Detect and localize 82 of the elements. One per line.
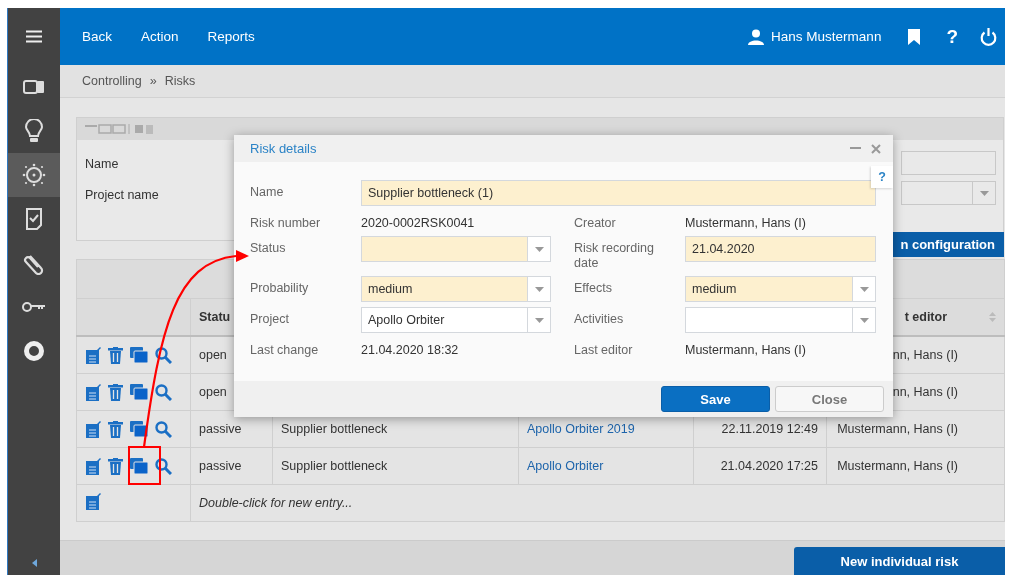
text-field[interactable] <box>901 151 996 175</box>
bookmark-icon[interactable] <box>908 28 921 45</box>
lightbulb-icon[interactable] <box>25 119 43 143</box>
trash-icon[interactable] <box>108 420 123 438</box>
user-name[interactable]: Hans Mustermann <box>771 29 882 44</box>
breadcrumb-separator: » <box>149 74 157 88</box>
trash-icon[interactable] <box>108 346 123 364</box>
field-value: Mustermann, Hans (I) <box>685 342 807 358</box>
field-value: 2020-0002RSK0041 <box>361 215 476 231</box>
caret-icon <box>859 317 869 323</box>
help-button[interactable]: ? <box>946 25 958 48</box>
field-label: Creator <box>574 215 617 231</box>
cards-icon[interactable] <box>23 79 45 95</box>
table-cell: 21.04.2020 17:25 <box>693 447 827 485</box>
text-field[interactable]: 21.04.2020 <box>685 236 876 262</box>
menu-item[interactable]: Reports <box>207 29 255 44</box>
table-cell: Supplier bottleneck <box>272 447 519 485</box>
field-value: Mustermann, Hans (I) <box>685 215 807 231</box>
dropdown-field[interactable]: medium <box>361 276 551 302</box>
search-icon[interactable] <box>155 346 172 364</box>
field-value: 21.04.2020 18:32 <box>361 342 460 358</box>
trash-icon[interactable] <box>108 457 123 475</box>
notepad-icon[interactable] <box>85 346 101 364</box>
caret-icon <box>534 286 544 292</box>
help-button[interactable]: ? <box>871 166 893 188</box>
caret-icon <box>534 246 544 252</box>
copy-icon[interactable] <box>130 458 148 474</box>
configuration-button[interactable]: n configuration <box>891 232 1004 257</box>
collapse-icon[interactable] <box>31 559 37 567</box>
minimize-icon[interactable] <box>850 147 861 150</box>
dropdown-field[interactable] <box>361 236 551 262</box>
dropdown-field[interactable]: medium <box>685 276 876 302</box>
field-label: Probability <box>250 280 310 296</box>
dialog-title: Risk details <box>250 141 317 156</box>
caret-icon <box>859 286 869 292</box>
field-label: Risk recording date <box>574 240 655 271</box>
sun-icon[interactable] <box>22 163 46 187</box>
field-label: Effects <box>574 280 613 296</box>
table-cell: Mustermann, Hans (I) <box>826 447 1005 485</box>
caret-icon <box>534 317 544 323</box>
notepad-icon[interactable] <box>85 457 101 475</box>
field-label: Name <box>250 184 285 200</box>
notepad-icon[interactable] <box>85 420 101 438</box>
copy-icon[interactable] <box>130 421 148 437</box>
search-icon[interactable] <box>155 383 172 401</box>
table-cell: passive <box>190 447 273 485</box>
dropdown-field[interactable] <box>901 181 996 205</box>
close-icon[interactable] <box>871 143 881 154</box>
menu-item[interactable]: Back <box>82 29 112 44</box>
close-button[interactable]: Close <box>775 386 884 412</box>
sidebar-item[interactable] <box>8 153 60 197</box>
new-risk-button[interactable]: New individual risk <box>794 547 1005 575</box>
save-button[interactable]: Save <box>661 386 770 412</box>
notepad-icon[interactable] <box>85 493 101 510</box>
user-icon[interactable] <box>748 28 765 45</box>
filter-label: Name <box>85 157 120 171</box>
menu-icon[interactable] <box>26 30 42 43</box>
project-link[interactable]: Apollo Orbiter <box>527 459 604 473</box>
power-icon[interactable] <box>980 27 997 46</box>
trash-icon[interactable] <box>108 383 123 401</box>
copy-icon[interactable] <box>130 347 148 363</box>
dropdown-field[interactable] <box>685 307 876 333</box>
text-field[interactable]: Supplier bottleneck (1) <box>361 180 876 206</box>
key-icon[interactable] <box>22 301 46 313</box>
lifebuoy-icon[interactable] <box>23 340 45 362</box>
checked-document-icon[interactable] <box>25 207 43 231</box>
filter-label: Project name <box>85 188 159 202</box>
menu-item[interactable]: Action <box>141 29 179 44</box>
field-label: Status <box>250 240 287 256</box>
breadcrumb-current: Risks <box>164 74 196 88</box>
copy-icon[interactable] <box>130 384 148 400</box>
search-icon[interactable] <box>155 420 172 438</box>
search-icon[interactable] <box>155 457 172 475</box>
dropdown-field[interactable]: Apollo Orbiter <box>361 307 551 333</box>
caret-icon <box>979 190 989 196</box>
column-header[interactable]: t editor <box>904 310 948 324</box>
field-label: Risk number <box>250 215 322 231</box>
field-label: Activities <box>574 311 625 327</box>
new-entry-hint[interactable]: Double-click for new entry... <box>190 484 1005 522</box>
breadcrumb-link[interactable]: Controlling <box>82 74 142 88</box>
field-label: Last editor <box>574 342 634 358</box>
notepad-icon[interactable] <box>85 383 101 401</box>
